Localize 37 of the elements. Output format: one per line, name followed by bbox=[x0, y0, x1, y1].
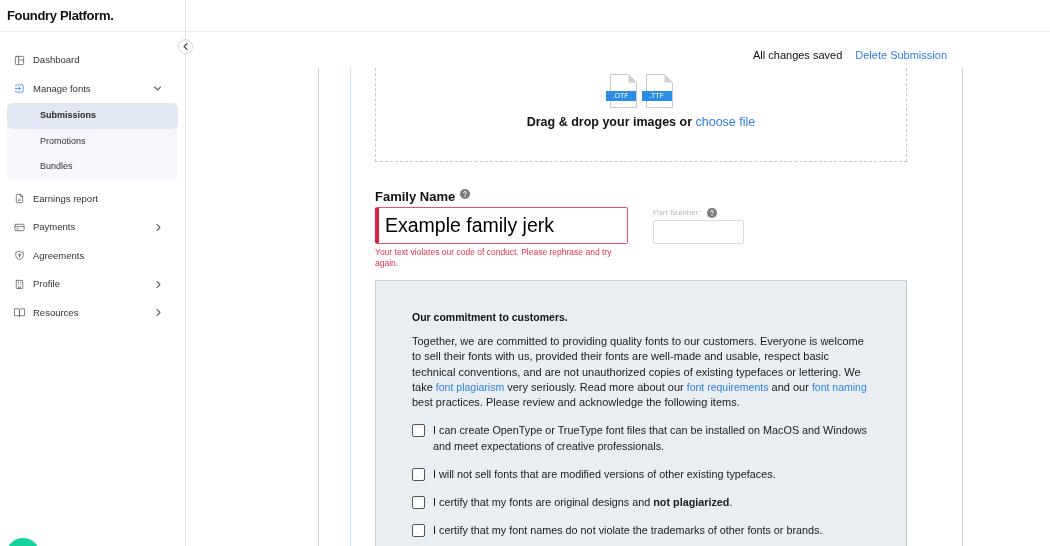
help-icon[interactable] bbox=[706, 208, 717, 218]
checkbox-label: I certify that my fonts are original designs and not plagiarized. bbox=[433, 495, 734, 511]
field-label: Family Name bbox=[375, 189, 456, 205]
checkbox[interactable] bbox=[412, 468, 425, 481]
checkbox[interactable] bbox=[412, 496, 425, 509]
panel-heading: Our commitment to customers. bbox=[412, 311, 569, 323]
part-number-input[interactable] bbox=[653, 220, 744, 244]
sidebar-item[interactable]: Profile bbox=[0, 270, 185, 299]
choose-file-link[interactable]: choose file bbox=[695, 115, 756, 129]
inline-link[interactable]: font requirements bbox=[686, 380, 769, 393]
collapse-sidebar-button[interactable] bbox=[178, 39, 193, 54]
checkbox-label: I can create OpenType or TrueType font files that can be installed on MacOS and Windows and meet expectations of creative professionals. bbox=[433, 423, 868, 455]
inline-link[interactable]: font naming bbox=[811, 380, 867, 393]
inline-link[interactable]: font plagiarism bbox=[435, 380, 505, 393]
sidebar-item[interactable]: Resources bbox=[0, 298, 185, 327]
submenu-item[interactable]: Submissions bbox=[7, 103, 178, 129]
delete-submission-link[interactable]: Delete Submission bbox=[855, 46, 947, 64]
family-name-input[interactable]: Example family jerk bbox=[375, 207, 628, 244]
field-label: Part Number: bbox=[653, 208, 701, 218]
checkbox-label: I certify that my font names do not violate the trademarks of other fonts or brands. bbox=[433, 523, 824, 539]
chevron-left-icon bbox=[183, 43, 188, 50]
submenu-item[interactable]: Promotions bbox=[7, 128, 178, 154]
help-icon[interactable] bbox=[460, 189, 471, 199]
sidebar-item[interactable]: Payments bbox=[0, 213, 185, 242]
checkbox-label: I will not sell fonts that are modified versions of other existing typefaces. bbox=[433, 467, 777, 483]
commitment-paragraph: Together, we are committed to providing quality fonts to our customers. Everyone is welcome to sell their fonts with us, provided their fonts are well-made and usable, respect basic technical conventions, and are not unauthorized copies of existing typefaces or lettering. We take font plagiarism very seriously. Read more about our font requirements and our font naming best practices. Please review and acknowledge the following items. bbox=[412, 334, 868, 411]
checkbox[interactable] bbox=[412, 424, 425, 437]
sidebar-item[interactable]: Manage fonts bbox=[0, 74, 185, 103]
error-message: Your text violates our code of conduct. Please rephrase and try again. bbox=[375, 247, 613, 269]
sidebar-item[interactable]: Agreements bbox=[0, 241, 185, 270]
submenu-item[interactable]: Bundles bbox=[7, 154, 178, 180]
sidebar-item[interactable]: Earnings report bbox=[0, 184, 185, 213]
logo-text: Foundry Platform. bbox=[7, 6, 114, 25]
checkbox[interactable] bbox=[412, 524, 425, 537]
sidebar-item[interactable]: Dashboard bbox=[0, 46, 185, 75]
upload-prompt: Drag & drop your images or choose file bbox=[526, 114, 756, 130]
save-status: All changes saved bbox=[753, 47, 843, 63]
